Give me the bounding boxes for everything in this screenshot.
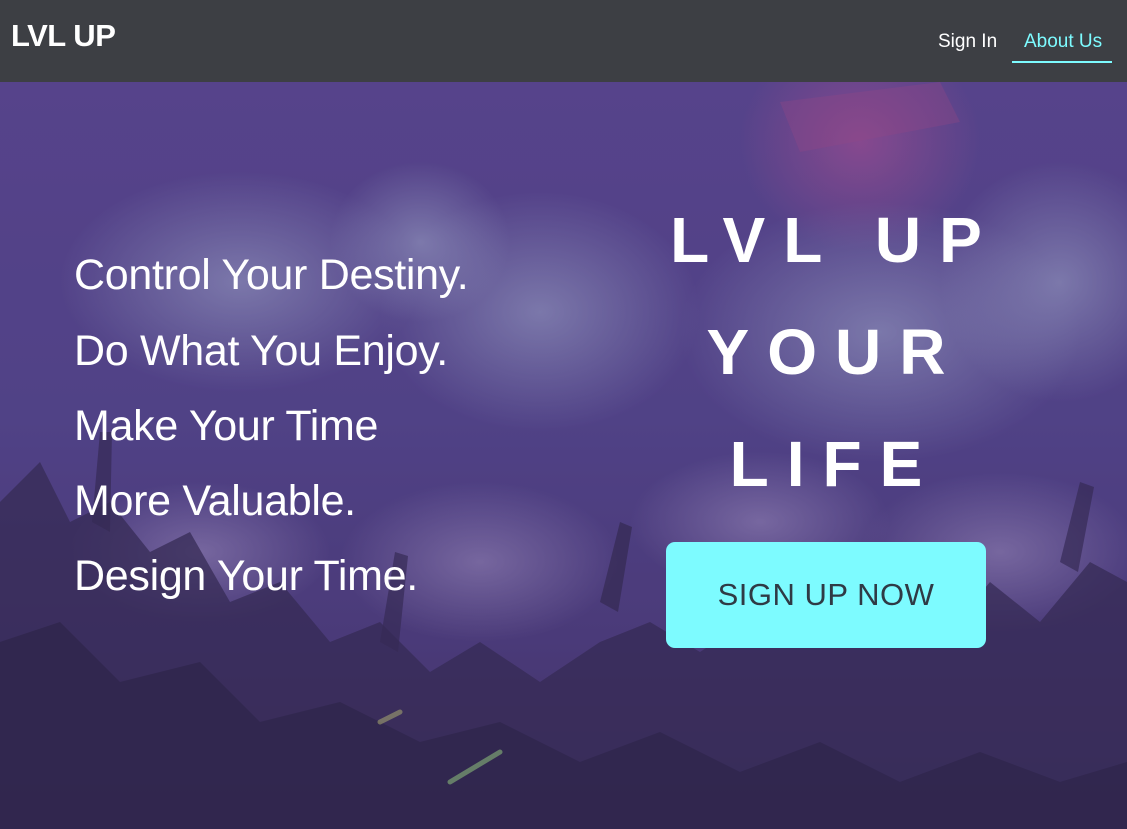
tagline-line: More Valuable. xyxy=(74,477,356,525)
headline-line: LVL UP xyxy=(670,204,1000,276)
tagline-line: Design Your Time. xyxy=(74,552,418,600)
navbar: LVL UP Sign In About Us xyxy=(0,0,1127,82)
sign-up-now-button[interactable]: SIGN UP NOW xyxy=(666,542,986,648)
tagline-line: Make Your Time xyxy=(74,402,379,450)
tagline-line: Do What You Enjoy. xyxy=(74,327,448,375)
nav-link-about-us[interactable]: About Us xyxy=(1024,31,1102,53)
tagline-line: Control Your Destiny. xyxy=(74,251,469,299)
headline-line: LIFE xyxy=(729,428,941,500)
page: LVL UP Sign In About Us Control Your Des… xyxy=(0,0,1127,829)
brand-logo[interactable]: LVL UP xyxy=(11,18,116,54)
headline-line: YOUR xyxy=(706,316,964,388)
active-nav-indicator xyxy=(1012,61,1112,63)
nav-link-sign-in[interactable]: Sign In xyxy=(938,31,997,53)
